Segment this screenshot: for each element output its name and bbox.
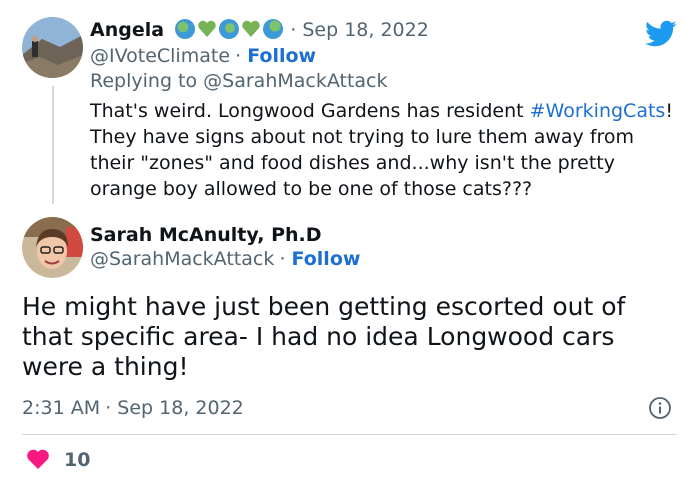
tweet1-line: That's weird. Longwood Gardens has resid… bbox=[90, 100, 673, 122]
time-separator: · bbox=[105, 397, 118, 419]
tweet2-time[interactable]: 2:31 AM bbox=[22, 397, 100, 419]
author-name-angela[interactable]: Angela bbox=[90, 19, 164, 41]
follow-button-sarah[interactable]: Follow bbox=[292, 248, 361, 270]
tweet1-handle-row: @IVoteClimate · Follow bbox=[90, 43, 316, 69]
green-heart-icon bbox=[241, 19, 261, 39]
handle-separator: · bbox=[235, 45, 248, 67]
tweet2-line: that specific area- I had no idea Longwo… bbox=[22, 322, 615, 351]
tweet1-line: their "zones" and food dishes and...why … bbox=[90, 152, 615, 174]
tweet2-text: He might have just been getting escorted… bbox=[22, 292, 682, 382]
tweet2-line: He might have just been getting escorted… bbox=[22, 292, 626, 321]
replying-to-handle[interactable]: @SarahMackAttack bbox=[203, 70, 387, 92]
replying-to-row: Replying to @SarahMackAttack bbox=[90, 68, 388, 94]
tweet2-date[interactable]: Sep 18, 2022 bbox=[117, 397, 243, 419]
like-count[interactable]: 10 bbox=[64, 447, 90, 473]
tweet1-line: orange boy allowed to be one of those ca… bbox=[90, 178, 533, 200]
hashtag-link[interactable]: #WorkingCats bbox=[530, 100, 666, 122]
like-heart-icon[interactable] bbox=[26, 448, 50, 470]
tweet2-name-row: Sarah McAnulty, Ph.D bbox=[90, 222, 322, 248]
avatar-angela[interactable] bbox=[22, 17, 83, 78]
replying-to-label: Replying to bbox=[90, 70, 204, 92]
globe-asia-icon bbox=[263, 19, 284, 39]
tweet1-date[interactable]: Sep 18, 2022 bbox=[302, 19, 428, 41]
tweet2-line: were a thing! bbox=[22, 352, 189, 381]
author-name-sarah[interactable]: Sarah McAnulty, Ph.D bbox=[90, 224, 322, 246]
globe-africa-icon bbox=[219, 19, 240, 39]
handle-separator: · bbox=[279, 248, 292, 270]
green-heart-icon bbox=[197, 19, 217, 39]
avatar-sarah[interactable] bbox=[22, 217, 83, 278]
date-separator: · bbox=[290, 19, 303, 41]
tweet1-line: They have signs about not trying to lure… bbox=[90, 126, 635, 148]
twitter-logo-icon[interactable] bbox=[645, 20, 677, 48]
tweet1-text: That's weird. Longwood Gardens has resid… bbox=[90, 98, 690, 202]
author-handle-sarah[interactable]: @SarahMackAttack bbox=[90, 248, 274, 270]
author-handle-angela[interactable]: @IVoteClimate bbox=[90, 45, 230, 67]
follow-button-angela[interactable]: Follow bbox=[247, 45, 316, 67]
tweet1-header: Angela · Sep 18, 2022 bbox=[90, 17, 429, 43]
tweet2-handle-row: @SarahMackAttack · Follow bbox=[90, 246, 360, 272]
name-emojis bbox=[175, 19, 290, 40]
tweet2-timestamp: 2:31 AM · Sep 18, 2022 bbox=[22, 395, 244, 421]
globe-americas-icon bbox=[175, 19, 196, 39]
info-icon[interactable] bbox=[648, 396, 672, 420]
thread-line bbox=[52, 86, 54, 204]
divider bbox=[22, 434, 677, 435]
